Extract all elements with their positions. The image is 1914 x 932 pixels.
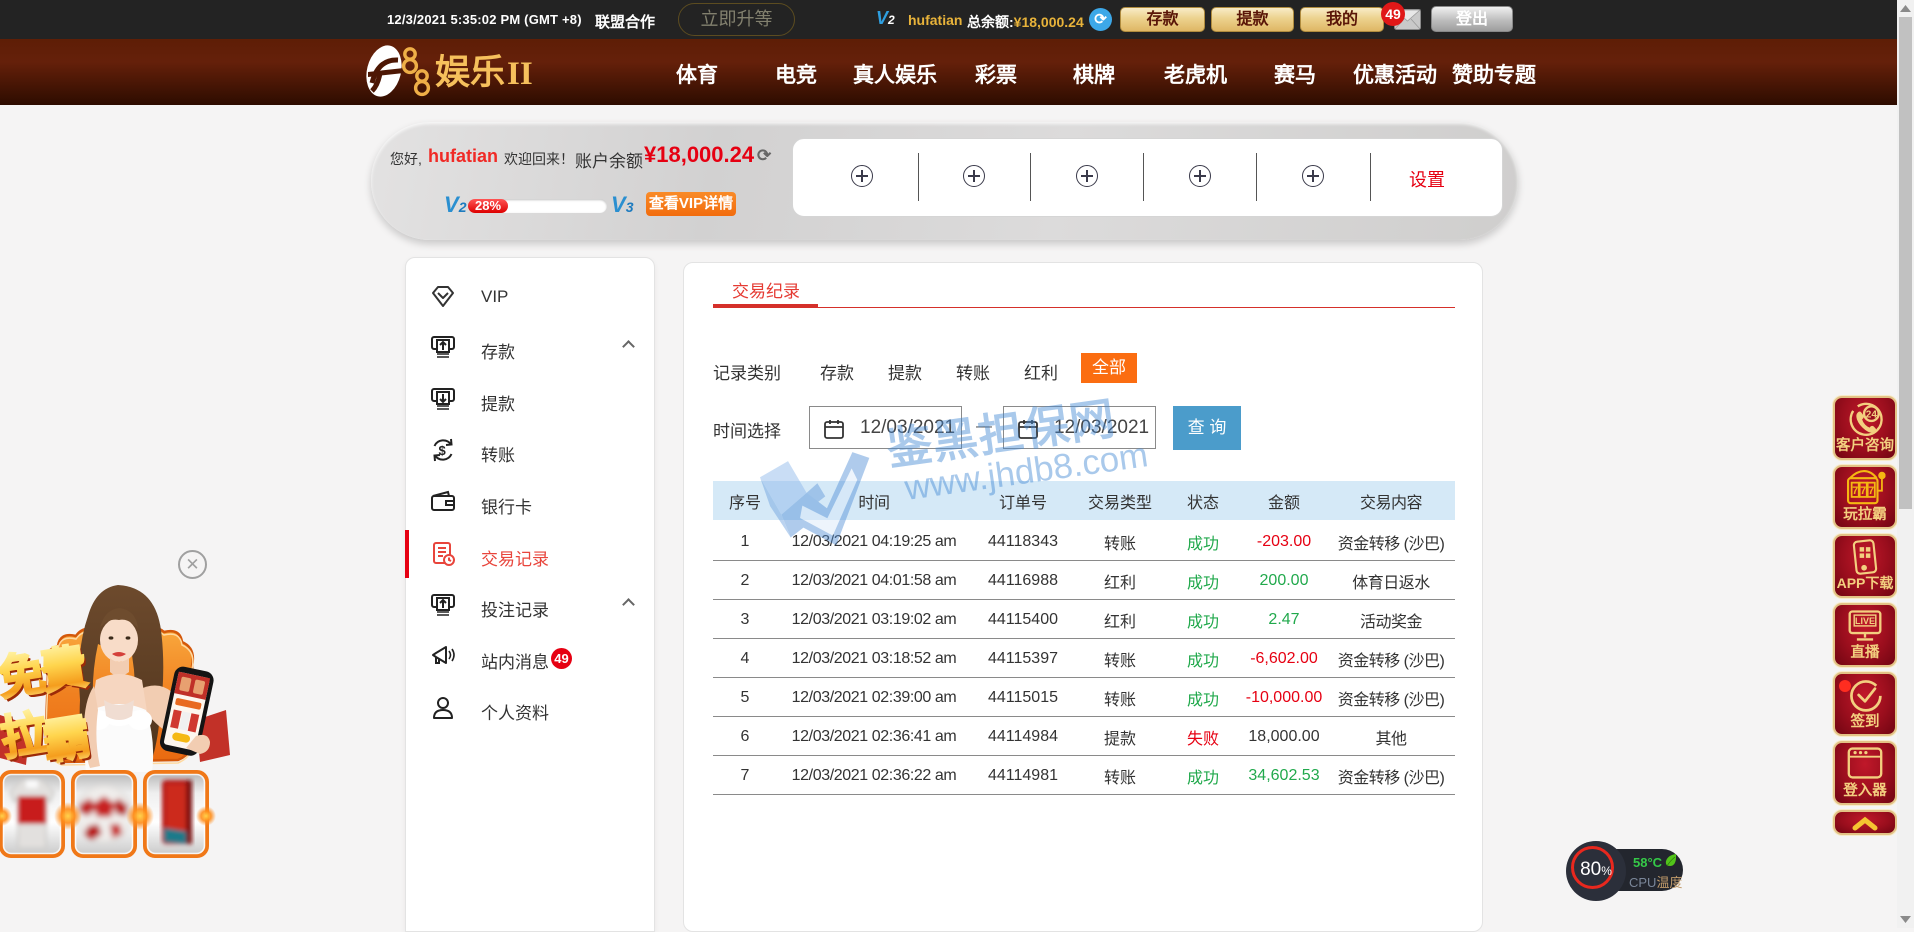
svg-text:7: 7 bbox=[1868, 485, 1874, 497]
svg-text:費: 費 bbox=[36, 639, 91, 699]
svg-text:7: 7 bbox=[1860, 485, 1866, 497]
svg-text:LIVE: LIVE bbox=[1855, 616, 1875, 626]
svg-text:24: 24 bbox=[1866, 409, 1878, 420]
svg-text:II: II bbox=[507, 56, 533, 92]
svg-text:霸: 霸 bbox=[39, 709, 94, 769]
svg-text:$: $ bbox=[439, 443, 447, 458]
svg-text:娱乐: 娱乐 bbox=[435, 53, 505, 92]
svg-text:7: 7 bbox=[1852, 485, 1858, 497]
